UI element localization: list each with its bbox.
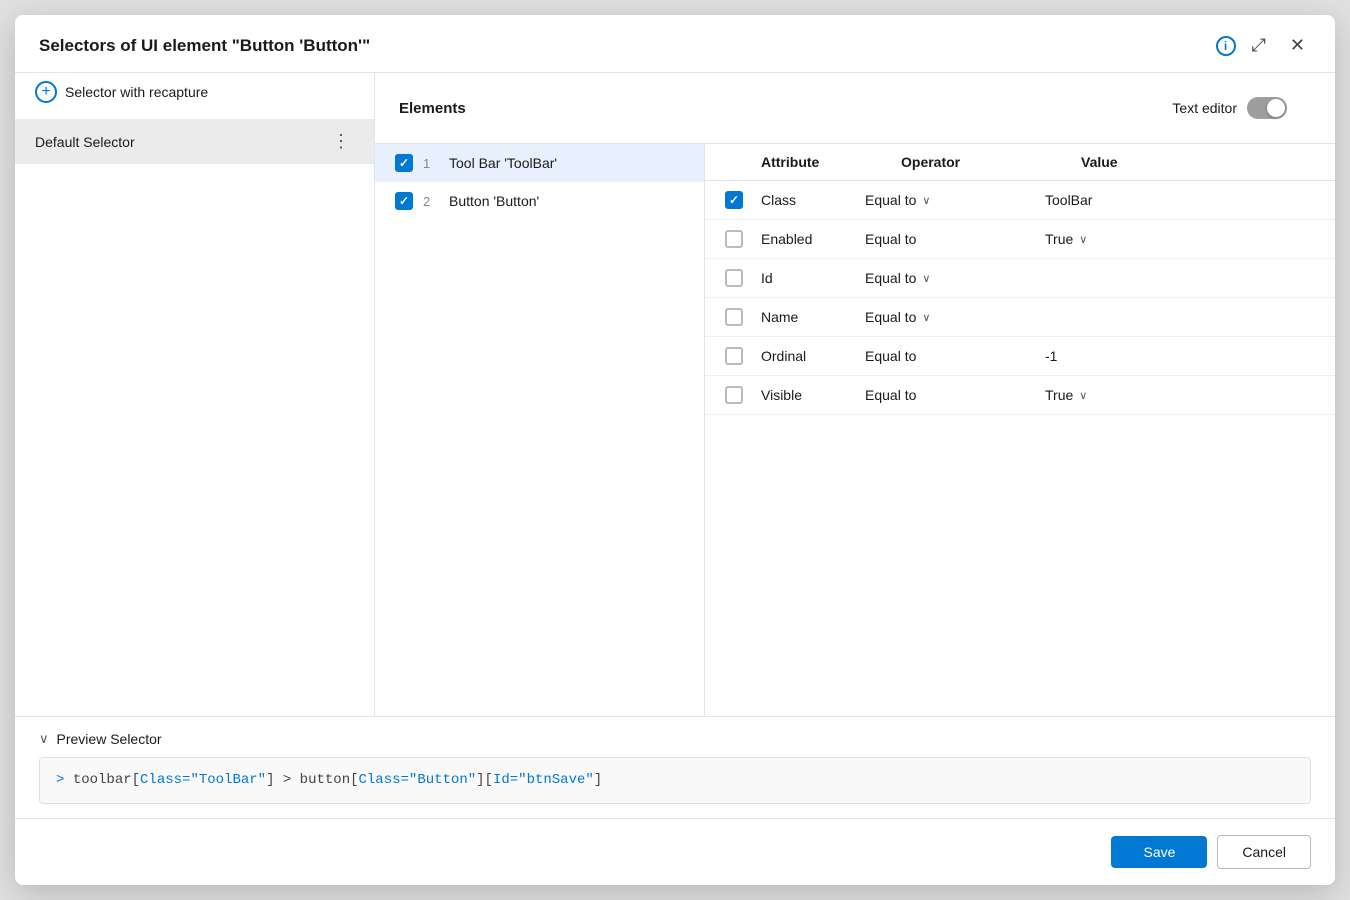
preview-header[interactable]: ∨ Preview Selector — [39, 731, 1311, 747]
element-item-1[interactable]: ✓ 1 Tool Bar 'ToolBar' — [375, 144, 704, 182]
attr-checkbox-id[interactable] — [725, 269, 743, 287]
dialog-container: Selectors of UI element "Button 'Button'… — [15, 15, 1335, 885]
more-options-icon[interactable]: ⋮ — [328, 129, 354, 154]
sidebar-item-default[interactable]: Default Selector ⋮ — [15, 119, 374, 164]
code-val-button-class: "Button" — [409, 772, 476, 788]
attr-column-headers: Attribute Operator Value — [705, 144, 1335, 181]
value-chevron-enabled[interactable]: ∨ — [1079, 233, 1087, 246]
operator-chevron-id[interactable]: ∨ — [922, 272, 930, 285]
attr-name-class: Class — [761, 192, 865, 208]
elements-and-attrs: ✓ 1 Tool Bar 'ToolBar' ✓ 2 Button 'Butto… — [375, 144, 1335, 716]
code-bracket-mid: ][ — [476, 772, 493, 788]
code-val-id: "btnSave" — [518, 772, 594, 788]
text-editor-switch[interactable] — [1247, 97, 1287, 119]
attr-operator-class: Equal to ∨ — [865, 192, 1045, 208]
dialog-title: Selectors of UI element "Button 'Button'… — [39, 36, 1206, 56]
elements-panel: ✓ 1 Tool Bar 'ToolBar' ✓ 2 Button 'Butto… — [375, 144, 705, 716]
close-button[interactable]: ✕ — [1284, 33, 1311, 58]
element-checkbox-2[interactable]: ✓ — [395, 192, 413, 210]
attr-row-enabled: Enabled Equal to True ∨ — [705, 220, 1335, 259]
operator-chevron-class[interactable]: ∨ — [922, 194, 930, 207]
element-checkbox-1[interactable]: ✓ — [395, 154, 413, 172]
preview-chevron-icon: ∨ — [39, 731, 49, 747]
code-bracket-close1: ] > button[ — [266, 772, 358, 788]
cancel-button[interactable]: Cancel — [1217, 835, 1311, 869]
attr-checkbox-name[interactable] — [725, 308, 743, 326]
attr-checkbox-visible[interactable] — [725, 386, 743, 404]
attr-checkbox-enabled[interactable] — [725, 230, 743, 248]
preview-code-block: > toolbar[Class="ToolBar"] > button[Clas… — [39, 757, 1311, 804]
sidebar: + Selector with recapture Default Select… — [15, 73, 375, 716]
attr-value-ordinal: -1 — [1045, 348, 1315, 364]
header-actions: ⤢ ✕ — [1246, 33, 1312, 58]
col-header-operator: Operator — [901, 154, 1081, 170]
attr-operator-name: Equal to ∨ — [865, 309, 1045, 325]
element-index-2: 2 — [423, 194, 439, 209]
attr-row-ordinal: Ordinal Equal to -1 — [705, 337, 1335, 376]
code-selector-toolbar: toolbar[ — [73, 772, 140, 788]
element-item-2[interactable]: ✓ 2 Button 'Button' — [375, 182, 704, 220]
value-chevron-visible[interactable]: ∨ — [1079, 389, 1087, 402]
add-selector-button[interactable]: + Selector with recapture — [15, 73, 374, 111]
attr-operator-ordinal: Equal to — [865, 348, 1045, 364]
attr-value-enabled: True ∨ — [1045, 231, 1315, 247]
attr-checkbox-ordinal[interactable] — [725, 347, 743, 365]
col-header-value: Value — [1081, 154, 1315, 170]
dialog-footer: Save Cancel — [15, 818, 1335, 885]
attr-operator-id: Equal to ∨ — [865, 270, 1045, 286]
attr-row-id: Id Equal to ∨ — [705, 259, 1335, 298]
add-selector-label: Selector with recapture — [65, 84, 208, 100]
attr-row-visible: Visible Equal to True ∨ — [705, 376, 1335, 415]
element-index-1: 1 — [423, 156, 439, 171]
right-main: Elements Text editor ✓ 1 — [375, 73, 1335, 716]
check-icon-1: ✓ — [399, 157, 409, 169]
code-bracket-close2: ] — [594, 772, 602, 788]
dialog-header: Selectors of UI element "Button 'Button'… — [15, 15, 1335, 73]
attr-name-ordinal: Ordinal — [761, 348, 865, 364]
code-attr-id: Id= — [493, 772, 518, 788]
attr-name-name: Name — [761, 309, 865, 325]
preview-section: ∨ Preview Selector > toolbar[Class="Tool… — [15, 716, 1335, 818]
element-label-2: Button 'Button' — [449, 193, 539, 209]
attr-operator-enabled: Equal to — [865, 231, 1045, 247]
right-top-bar: Elements Text editor — [375, 73, 1335, 144]
attr-checkbox-class[interactable]: ✓ — [725, 191, 743, 209]
attr-check-class: ✓ — [729, 194, 739, 206]
preview-header-label: Preview Selector — [57, 731, 162, 747]
code-val-toolbar: "ToolBar" — [190, 772, 266, 788]
expand-button[interactable]: ⤢ — [1246, 33, 1272, 58]
attr-row-name: Name Equal to ∨ — [705, 298, 1335, 337]
info-icon[interactable]: i — [1216, 36, 1236, 56]
col-header-attribute: Attribute — [761, 154, 901, 170]
element-label-1: Tool Bar 'ToolBar' — [449, 155, 557, 171]
code-arrow: > — [56, 772, 73, 788]
code-attr-class2: Class= — [359, 772, 409, 788]
attr-name-enabled: Enabled — [761, 231, 865, 247]
toggle-knob — [1267, 99, 1285, 117]
save-button[interactable]: Save — [1111, 836, 1207, 868]
operator-chevron-name[interactable]: ∨ — [922, 311, 930, 324]
check-icon-2: ✓ — [399, 195, 409, 207]
attr-row-class: ✓ Class Equal to ∨ ToolBar — [705, 181, 1335, 220]
selector-name: Default Selector — [35, 134, 328, 150]
dialog-body: + Selector with recapture Default Select… — [15, 73, 1335, 716]
attr-value-class: ToolBar — [1045, 192, 1315, 208]
attr-value-visible: True ∨ — [1045, 387, 1315, 403]
attributes-panel: Attribute Operator Value ✓ Class — [705, 144, 1335, 716]
plus-circle-icon: + — [35, 81, 57, 103]
text-editor-label: Text editor — [1172, 100, 1237, 116]
attr-name-visible: Visible — [761, 387, 865, 403]
code-attr-class1: Class= — [140, 772, 190, 788]
elements-header: Elements — [399, 100, 466, 117]
attr-name-id: Id — [761, 270, 865, 286]
text-editor-toggle: Text editor — [1172, 85, 1311, 131]
attr-operator-visible: Equal to — [865, 387, 1045, 403]
